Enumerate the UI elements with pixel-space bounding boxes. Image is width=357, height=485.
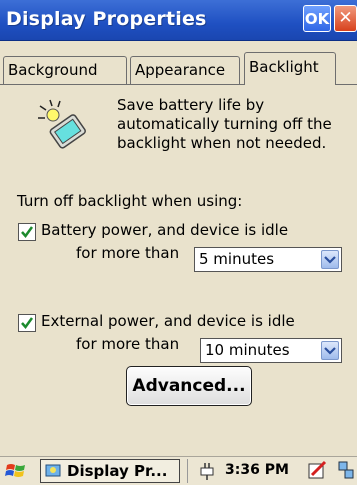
external-timeout-select[interactable]: 10 minutes xyxy=(200,338,342,363)
close-button[interactable]: ✕ xyxy=(334,5,357,32)
external-option-label: External power, and device is idle xyxy=(41,312,295,330)
battery-option-label: Battery power, and device is idle xyxy=(41,221,289,239)
external-timeout-value: 10 minutes xyxy=(205,341,290,359)
chevron-down-icon[interactable] xyxy=(321,341,339,360)
clock[interactable]: 3:36 PM xyxy=(225,462,289,478)
section-label: Turn off backlight when using: xyxy=(17,192,243,210)
battery-timeout-value: 5 minutes xyxy=(199,250,275,268)
tray-separator xyxy=(187,459,188,483)
network-icon[interactable] xyxy=(337,460,357,482)
battery-timeout-select[interactable]: 5 minutes xyxy=(194,247,342,272)
title-bar: Display Properties OK ✕ xyxy=(0,0,357,41)
external-idle-label: for more than xyxy=(76,335,180,353)
checkmark-icon xyxy=(21,317,34,330)
display-properties-icon xyxy=(45,464,61,477)
chevron-down-icon[interactable] xyxy=(321,250,339,269)
ok-button[interactable]: OK xyxy=(303,5,331,32)
power-icon[interactable] xyxy=(198,461,218,481)
battery-checkbox[interactable] xyxy=(18,223,36,241)
window-title: Display Properties xyxy=(6,8,207,30)
windows-start-icon[interactable] xyxy=(4,460,28,482)
tab-background[interactable]: Background xyxy=(3,56,127,84)
task-label: Display Pr... xyxy=(67,462,168,480)
tab-backlight[interactable]: Backlight xyxy=(244,52,336,85)
tab-appearance[interactable]: Appearance xyxy=(130,56,240,84)
backlight-description: Save battery life by automatically turni… xyxy=(117,96,332,152)
tab-strip: Background Appearance Backlight xyxy=(0,52,357,85)
taskbar: Display Pr... 3:36 PM xyxy=(0,456,357,485)
input-panel-icon[interactable] xyxy=(307,460,329,482)
backlight-icon xyxy=(38,99,86,149)
battery-idle-label: for more than xyxy=(76,244,180,262)
task-display-properties[interactable]: Display Pr... xyxy=(40,459,180,483)
external-checkbox[interactable] xyxy=(18,314,36,332)
checkmark-icon xyxy=(21,226,34,239)
advanced-button[interactable]: Advanced... xyxy=(126,366,252,406)
